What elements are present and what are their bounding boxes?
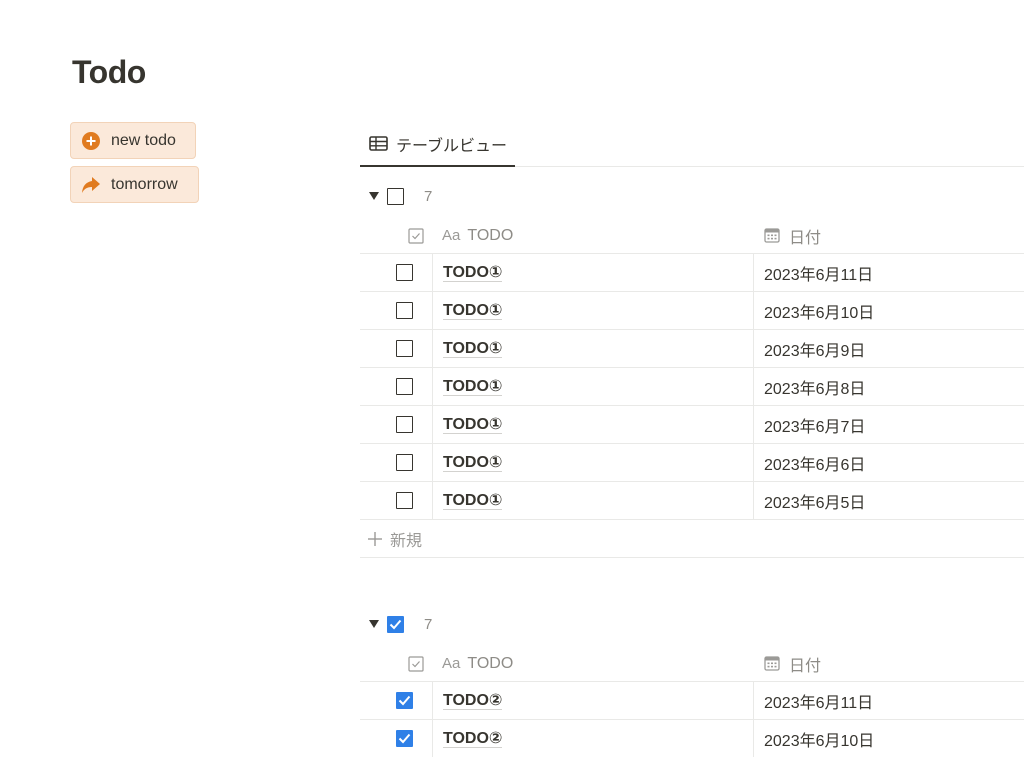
new-row-label: 新規 xyxy=(390,532,423,550)
todo-title[interactable]: TODO② xyxy=(443,730,503,748)
todo-title[interactable]: TODO② xyxy=(443,692,503,710)
todo-title[interactable]: TODO① xyxy=(443,416,503,434)
todo-date: 2023年6月9日 xyxy=(764,342,866,360)
table-row[interactable]: TODO① 2023年6月8日 xyxy=(360,368,1024,406)
table-row[interactable]: TODO① 2023年6月9日 xyxy=(360,330,1024,368)
group-checkbox xyxy=(387,187,404,205)
text-type-icon: Aa xyxy=(442,227,461,244)
group-checkbox xyxy=(387,615,404,633)
row-checkbox[interactable] xyxy=(396,492,413,509)
tomorrow-button[interactable]: tomorrow xyxy=(70,166,199,203)
tomorrow-label: tomorrow xyxy=(111,175,178,193)
todo-title[interactable]: TODO① xyxy=(443,492,503,510)
table-row[interactable]: TODO① 2023年6月6日 xyxy=(360,444,1024,482)
table-row[interactable]: TODO① 2023年6月5日 xyxy=(360,482,1024,520)
calendar-icon xyxy=(764,228,780,243)
column-header-row: Aa TODO 日付 xyxy=(360,217,1024,254)
group-checked: 7 Aa TODO 日付 TODO② 2023年6月11日 TODO② 2023… xyxy=(360,612,1024,757)
group-header: 7 xyxy=(360,184,432,208)
row-checkbox[interactable] xyxy=(396,730,413,747)
todo-date: 2023年6月8日 xyxy=(764,380,866,398)
new-todo-label: new todo xyxy=(111,131,176,149)
todo-title[interactable]: TODO① xyxy=(443,302,503,320)
triangle-down-icon[interactable] xyxy=(368,190,380,202)
table-row[interactable]: TODO② 2023年6月10日 xyxy=(360,720,1024,757)
checkbox-column-icon xyxy=(408,228,424,249)
group-header: 7 xyxy=(360,612,432,636)
todo-date: 2023年6月5日 xyxy=(764,494,866,512)
todo-date: 2023年6月7日 xyxy=(764,418,866,436)
view-tabs: テーブルビュー xyxy=(360,122,1024,167)
table-row[interactable]: TODO② 2023年6月11日 xyxy=(360,682,1024,720)
todo-date: 2023年6月10日 xyxy=(764,732,875,750)
table-row[interactable]: TODO① 2023年6月10日 xyxy=(360,292,1024,330)
new-todo-button[interactable]: new todo xyxy=(70,122,196,159)
table-icon xyxy=(369,136,388,151)
todo-title[interactable]: TODO① xyxy=(443,340,503,358)
group-count: 7 xyxy=(424,187,433,205)
todo-date: 2023年6月6日 xyxy=(764,456,866,474)
text-type-icon: Aa xyxy=(442,655,461,672)
todo-date: 2023年6月11日 xyxy=(764,694,874,712)
calendar-icon xyxy=(764,656,780,671)
tab-table-view-label: テーブルビュー xyxy=(396,137,508,155)
triangle-down-icon[interactable] xyxy=(368,618,380,630)
plus-icon xyxy=(368,531,382,546)
row-checkbox[interactable] xyxy=(396,378,413,395)
column-header-todo[interactable]: Aa TODO xyxy=(442,217,513,254)
todo-title[interactable]: TODO① xyxy=(443,378,503,396)
tab-table-view[interactable]: テーブルビュー xyxy=(360,122,515,167)
checkbox-column-icon xyxy=(408,656,424,677)
table-row[interactable]: TODO① 2023年6月7日 xyxy=(360,406,1024,444)
forward-arrow-icon xyxy=(81,175,101,195)
group-count: 7 xyxy=(424,615,433,633)
column-header-date[interactable]: 日付 xyxy=(764,217,821,254)
row-checkbox[interactable] xyxy=(396,302,413,319)
new-row-button[interactable]: 新規 xyxy=(360,520,1024,558)
row-checkbox[interactable] xyxy=(396,340,413,357)
plus-circle-icon xyxy=(81,131,101,151)
group-unchecked: 7 Aa TODO 日付 TODO① 2023年6月11日 TODO① 2023年… xyxy=(360,184,1024,558)
column-header-row: Aa TODO 日付 xyxy=(360,645,1024,682)
column-header-date[interactable]: 日付 xyxy=(764,645,821,682)
todo-title[interactable]: TODO① xyxy=(443,454,503,472)
row-checkbox[interactable] xyxy=(396,416,413,433)
todo-date: 2023年6月10日 xyxy=(764,304,875,322)
column-header-todo[interactable]: Aa TODO xyxy=(442,645,513,682)
todo-date: 2023年6月11日 xyxy=(764,266,874,284)
page-title: Todo xyxy=(72,54,146,90)
row-checkbox[interactable] xyxy=(396,692,413,709)
table-row[interactable]: TODO① 2023年6月11日 xyxy=(360,254,1024,292)
todo-title[interactable]: TODO① xyxy=(443,264,503,282)
row-checkbox[interactable] xyxy=(396,264,413,281)
row-checkbox[interactable] xyxy=(396,454,413,471)
